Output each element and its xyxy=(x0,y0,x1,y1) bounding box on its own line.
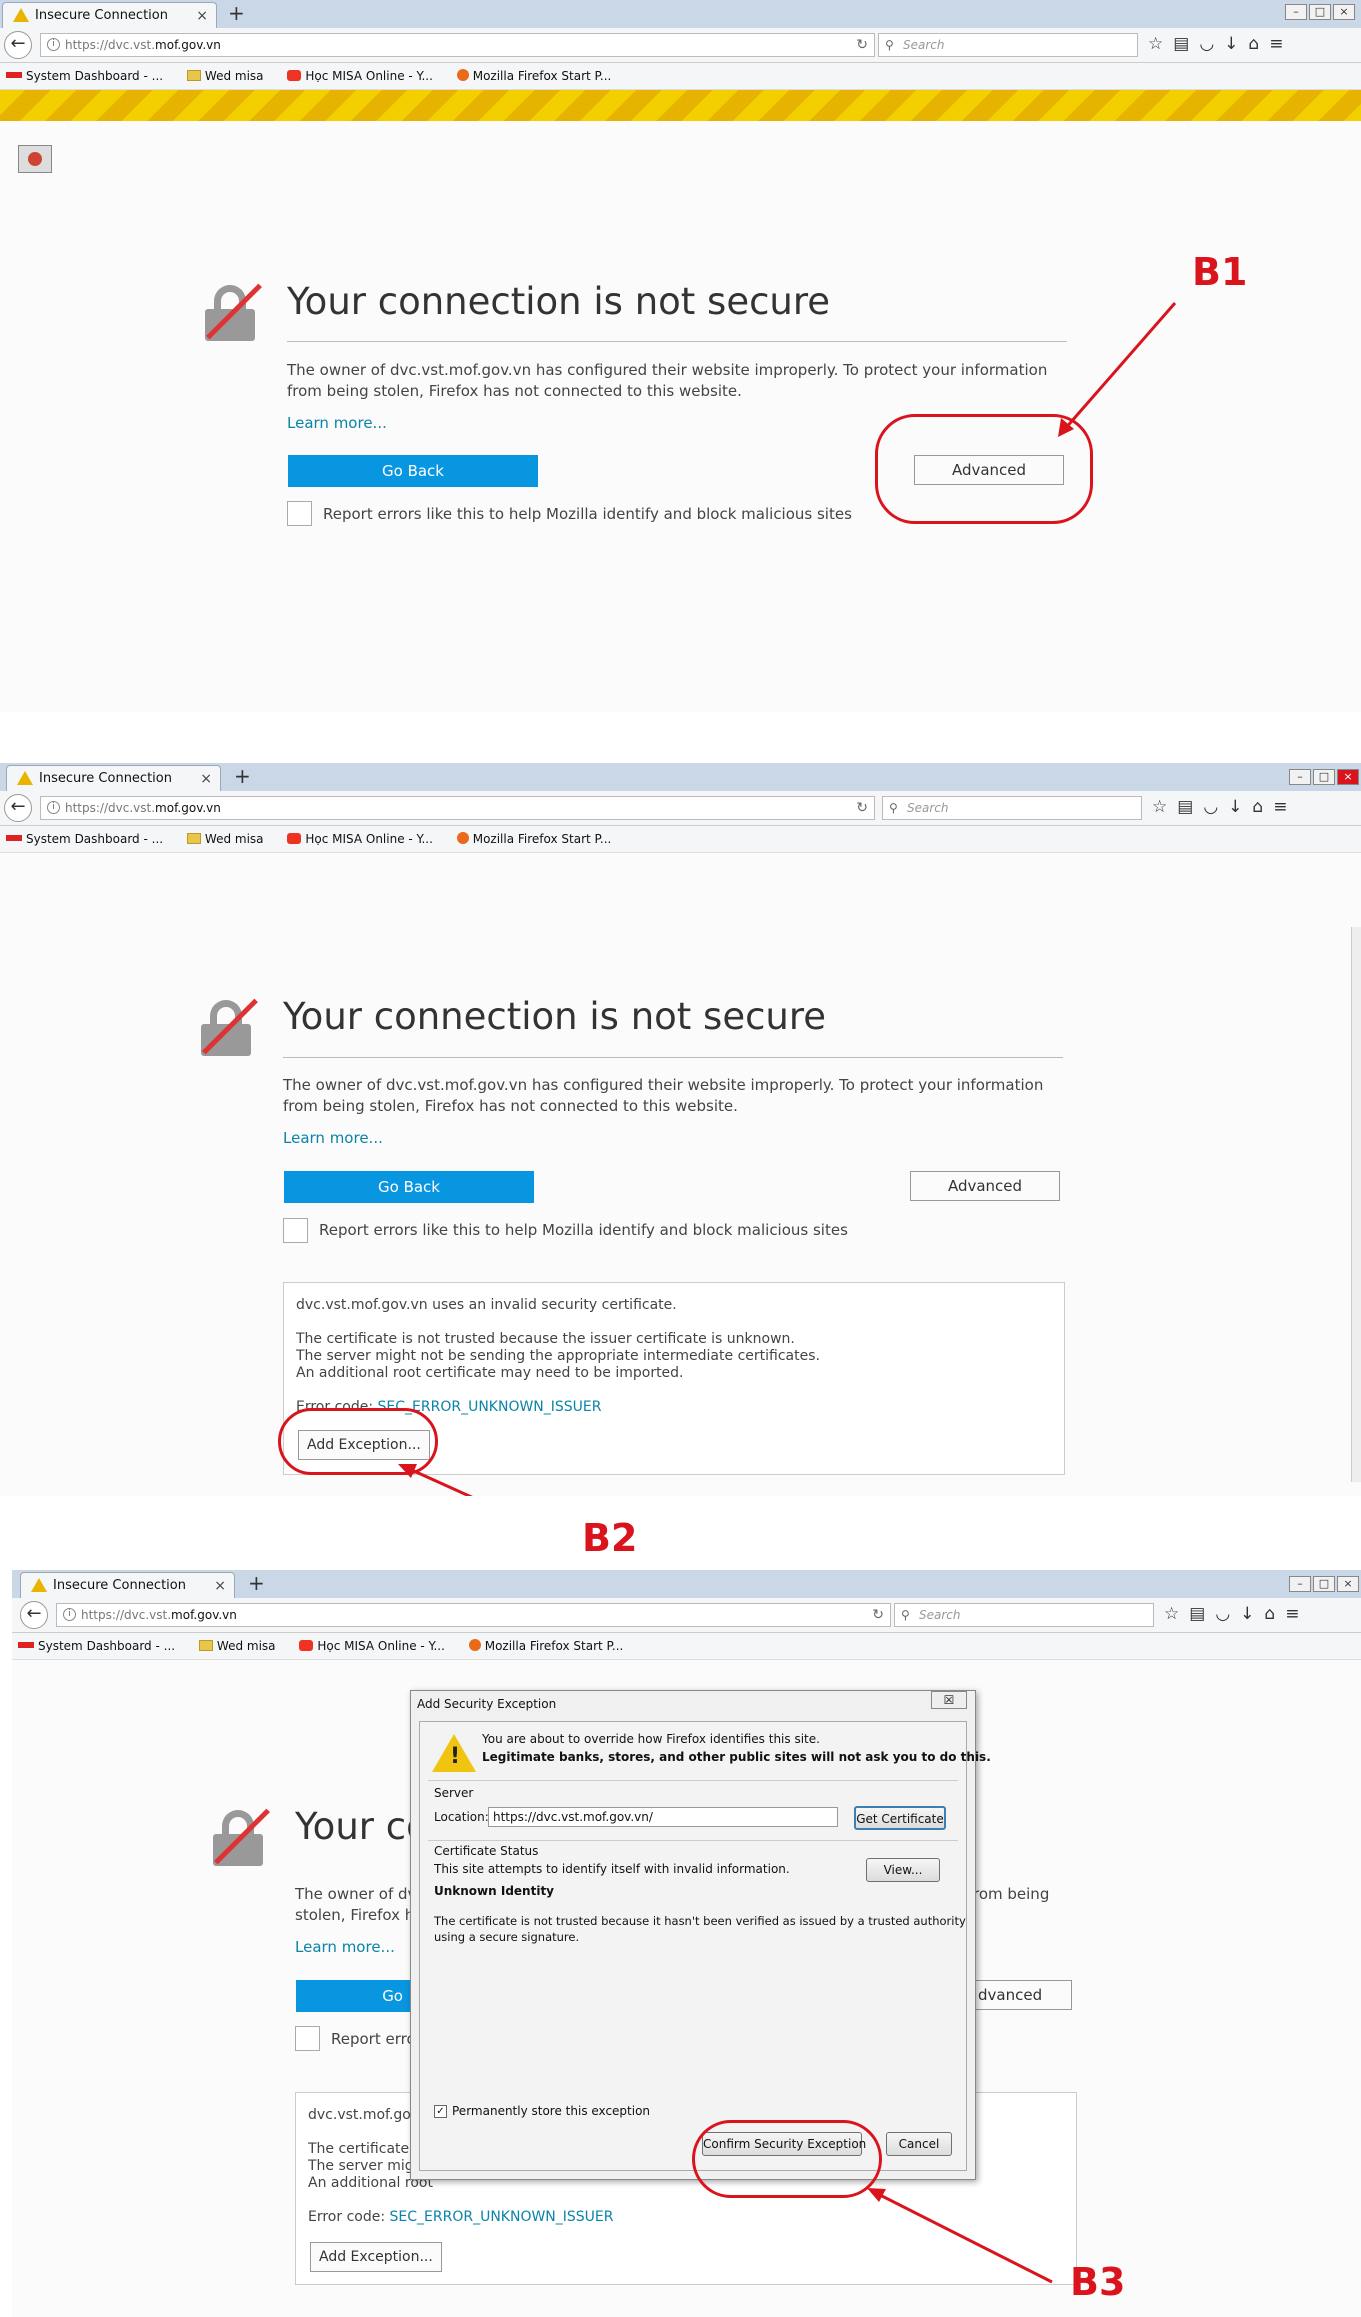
step-label-b2: B2 xyxy=(582,1516,638,1560)
annotation-arrow-b3 xyxy=(867,2188,1053,2284)
screenshot-panel-1: Insecure Connection × + – □ × ← i https://… xyxy=(0,0,1361,712)
screenshot-panel-3: Insecure Connection × + – □ × ← i https://… xyxy=(12,1570,1361,2317)
step-label-b3: B3 xyxy=(1070,2260,1126,2304)
screenshot-panel-2: Insecure Connection × + – □ × ← i https://… xyxy=(0,763,1361,1496)
annotation-arrow-b2 xyxy=(398,1464,473,1496)
step-label-b1: B1 xyxy=(1192,250,1248,294)
annotation-arrow-b1 xyxy=(1058,302,1177,437)
